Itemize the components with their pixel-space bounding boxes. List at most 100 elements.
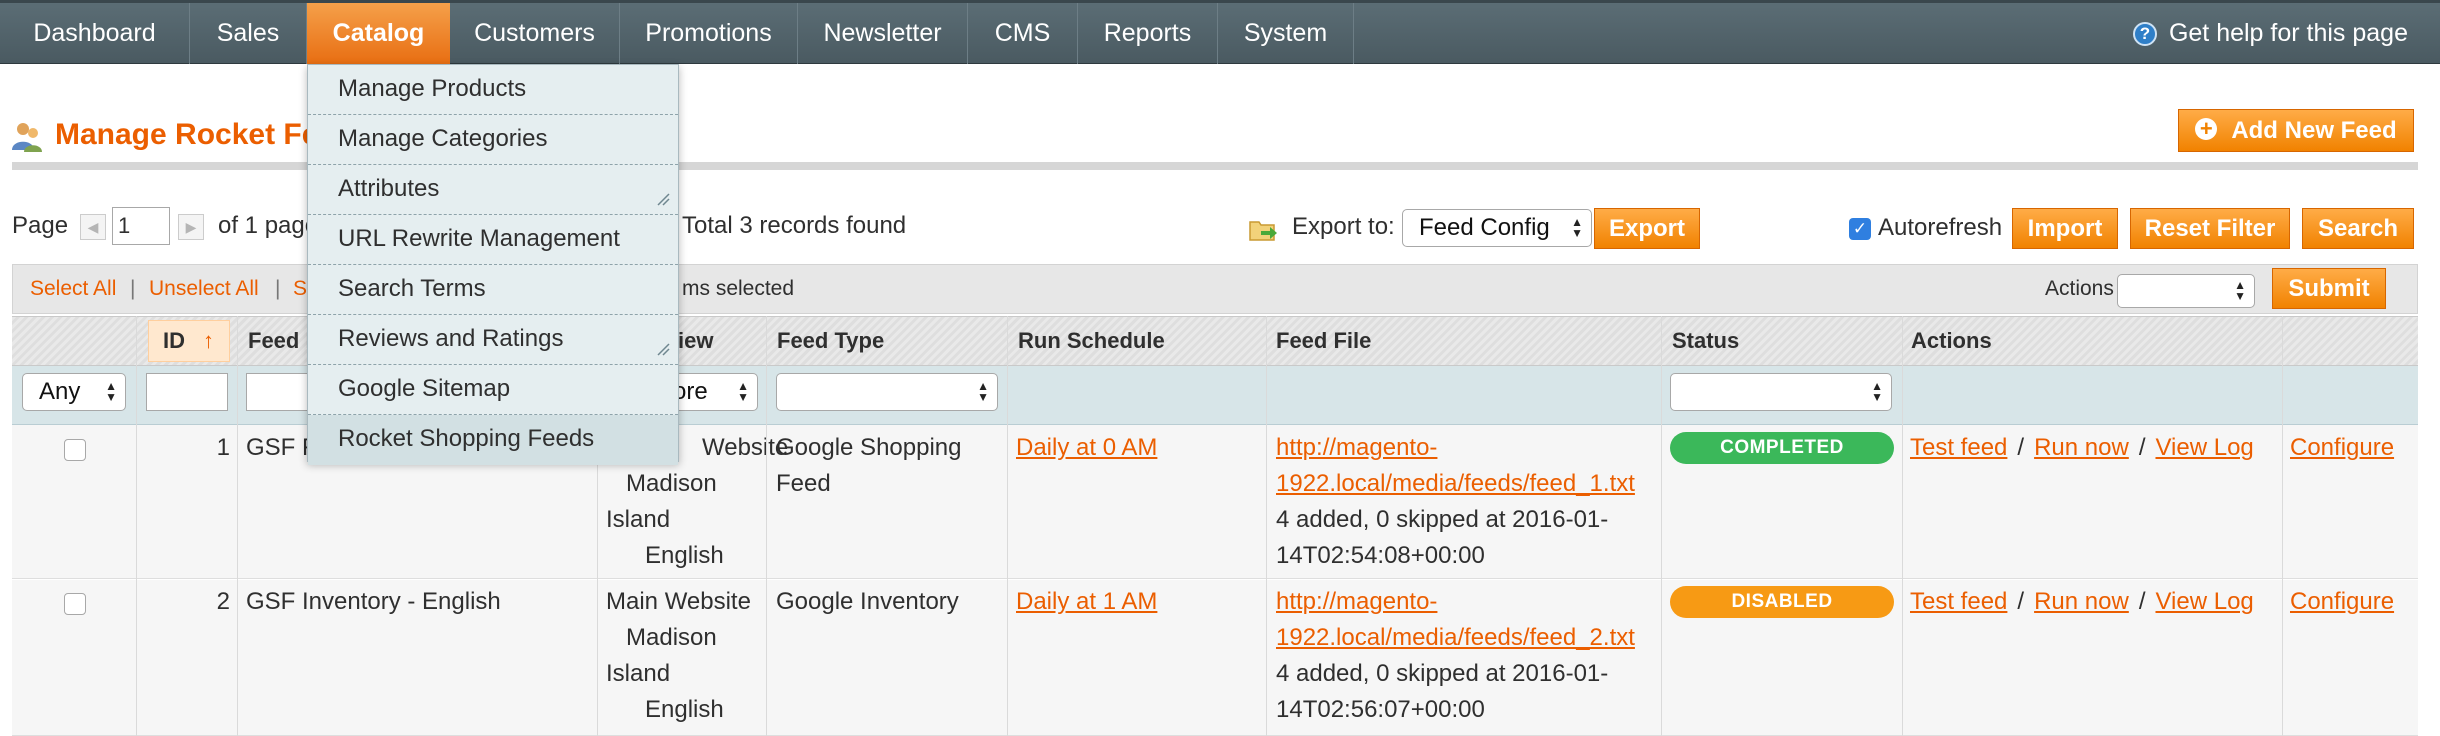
nav-newsletter[interactable]: Newsletter — [798, 3, 968, 64]
separator: | — [275, 277, 281, 300]
column-id[interactable]: ID ↑ — [155, 316, 214, 366]
menu-item-reviews-ratings[interactable]: Reviews and Ratings — [308, 315, 678, 365]
sort-arrow-icon: ↑ — [203, 328, 214, 353]
export-format-select[interactable]: Feed Config ▲ ▼ — [1402, 209, 1592, 247]
help-link[interactable]: ? Get help for this page — [2132, 3, 2408, 64]
select-arrows-icon: ▲ ▼ — [1571, 215, 1583, 240]
id-filter-input[interactable] — [146, 373, 228, 411]
row-feed-file-link[interactable]: http://magento- — [1276, 584, 1437, 620]
actions-label: Actions — [2045, 277, 2114, 300]
column-divider — [1266, 316, 1267, 736]
test-feed-link[interactable]: Test feed — [1910, 434, 2007, 461]
run-schedule-link[interactable]: Daily at 1 AM — [1016, 588, 1157, 615]
catalog-dropdown-menu: Manage Products Manage Categories Attrib… — [307, 64, 679, 465]
configure-link[interactable]: Configure — [2290, 588, 2394, 615]
search-button[interactable]: Search — [2302, 208, 2414, 249]
feed-file-link-line[interactable]: http://magento- — [1276, 588, 1437, 615]
feed-file-link-line[interactable]: 1922.local/media/feeds/feed_1.txt — [1276, 470, 1635, 497]
select-arrows-icon: ▲ ▼ — [737, 379, 749, 404]
row-configure: Configure — [2290, 430, 2394, 466]
separator: | — [130, 277, 136, 300]
export-button[interactable]: Export — [1594, 208, 1700, 249]
run-now-link[interactable]: Run now — [2034, 434, 2129, 461]
nav-catalog[interactable]: Catalog — [307, 3, 450, 64]
row-checkbox[interactable] — [64, 593, 86, 615]
plus-icon: + — [2195, 118, 2218, 140]
row-feed-file-info: 4 added, 0 skipped at 2016-01- — [1276, 660, 1609, 687]
select-arrows-icon: ▲ ▼ — [1871, 379, 1883, 404]
menu-item-google-sitemap[interactable]: Google Sitemap — [308, 365, 678, 415]
actions-select[interactable]: ▲ ▼ — [2117, 274, 2255, 308]
page-number-input[interactable]: 1 — [112, 207, 170, 245]
column-status[interactable]: Status — [1664, 316, 1739, 366]
import-button[interactable]: Import — [2012, 208, 2118, 249]
feed-file-link-line[interactable]: 1922.local/media/feeds/feed_2.txt — [1276, 624, 1635, 651]
column-divider — [2282, 316, 2283, 736]
run-schedule-link[interactable]: Daily at 0 AM — [1016, 434, 1157, 461]
nav-system[interactable]: System — [1218, 3, 1354, 64]
column-divider — [1007, 316, 1008, 736]
nav-dashboard[interactable]: Dashboard — [0, 3, 190, 64]
menu-item-manage-categories[interactable]: Manage Categories — [308, 115, 678, 165]
nav-reports[interactable]: Reports — [1078, 3, 1218, 64]
autorefresh-label: Autorefresh — [1878, 214, 2003, 241]
select-all-link[interactable]: Select All — [30, 277, 116, 301]
view-log-link[interactable]: View Log — [2155, 588, 2253, 615]
row-store-line: English — [645, 696, 724, 723]
select-visible-link[interactable]: S — [293, 277, 307, 301]
nav-cms[interactable]: CMS — [968, 3, 1078, 64]
column-divider — [1661, 316, 1662, 736]
menu-item-label: Reviews and Ratings — [338, 325, 564, 352]
add-new-feed-button[interactable]: + Add New Feed — [2178, 109, 2414, 152]
autorefresh-checkbox[interactable]: ✓ — [1849, 218, 1871, 240]
configure-link[interactable]: Configure — [2290, 434, 2394, 461]
column-run-schedule[interactable]: Run Schedule — [1010, 316, 1165, 366]
any-value: Any — [39, 378, 81, 405]
nav-sales[interactable]: Sales — [190, 3, 307, 64]
view-log-link[interactable]: View Log — [2155, 434, 2253, 461]
column-id-label: ID — [163, 328, 185, 353]
massaction-filter-select[interactable]: Any ▲ ▼ — [22, 373, 126, 411]
row-run-schedule-link[interactable]: Daily at 0 AM — [1016, 430, 1157, 466]
menu-item-rocket-shopping-feeds[interactable]: Rocket Shopping Feeds — [308, 415, 678, 465]
column-divider — [237, 316, 238, 736]
submit-button[interactable]: Submit — [2272, 268, 2386, 309]
reset-filter-button[interactable]: Reset Filter — [2130, 208, 2290, 249]
menu-item-url-rewrite[interactable]: URL Rewrite Management — [308, 215, 678, 265]
feed-file-link-line[interactable]: http://magento- — [1276, 434, 1437, 461]
column-feed-file[interactable]: Feed File — [1268, 316, 1371, 366]
menu-item-manage-products[interactable]: Manage Products — [308, 65, 678, 115]
row-feed-file-link[interactable]: 1922.local/media/feeds/feed_1.txt — [1276, 466, 1635, 502]
top-navigation: Dashboard Sales Catalog Customers Promot… — [0, 0, 2440, 64]
row-feed-file-link[interactable]: 1922.local/media/feeds/feed_2.txt — [1276, 620, 1635, 656]
row-checkbox[interactable] — [64, 439, 86, 461]
column-feed-type[interactable]: Feed Type — [769, 316, 884, 366]
column-divider — [766, 316, 767, 736]
row-run-schedule-link[interactable]: Daily at 1 AM — [1016, 584, 1157, 620]
prev-page-button[interactable]: ◀ — [80, 214, 106, 240]
row-feed-file-info: 4 added, 0 skipped at 2016-01- — [1276, 506, 1609, 533]
feed-name-filter-input[interactable] — [246, 373, 310, 411]
run-now-link[interactable]: Run now — [2034, 588, 2129, 615]
row-store-line: Main Website — [606, 588, 751, 615]
row-store-line: Madison — [626, 470, 717, 497]
status-filter-select[interactable]: ▲ ▼ — [1670, 373, 1892, 411]
unselect-all-link[interactable]: Unselect All — [149, 277, 259, 301]
row-store-line: Madison — [626, 624, 717, 651]
nav-customers[interactable]: Customers — [450, 3, 620, 64]
nav-promotions[interactable]: Promotions — [620, 3, 798, 64]
menu-item-attributes[interactable]: Attributes — [308, 165, 678, 215]
items-selected-text: ms selected — [682, 277, 795, 300]
menu-item-search-terms[interactable]: Search Terms — [308, 265, 678, 315]
next-page-button[interactable]: ▶ — [178, 214, 204, 240]
row-feed-type: Google Inventory — [776, 588, 959, 615]
row-store-line: Island — [606, 506, 671, 533]
feed-type-filter-select[interactable]: ▲ ▼ — [776, 373, 998, 411]
test-feed-link[interactable]: Test feed — [1910, 588, 2007, 615]
row-feed-file-link[interactable]: http://magento- — [1276, 430, 1437, 466]
resize-corner-icon — [657, 343, 670, 356]
column-divider — [136, 316, 137, 736]
select-arrows-icon: ▲ ▼ — [2234, 278, 2246, 303]
row-id: 1 — [216, 434, 230, 461]
row-configure: Configure — [2290, 584, 2394, 620]
